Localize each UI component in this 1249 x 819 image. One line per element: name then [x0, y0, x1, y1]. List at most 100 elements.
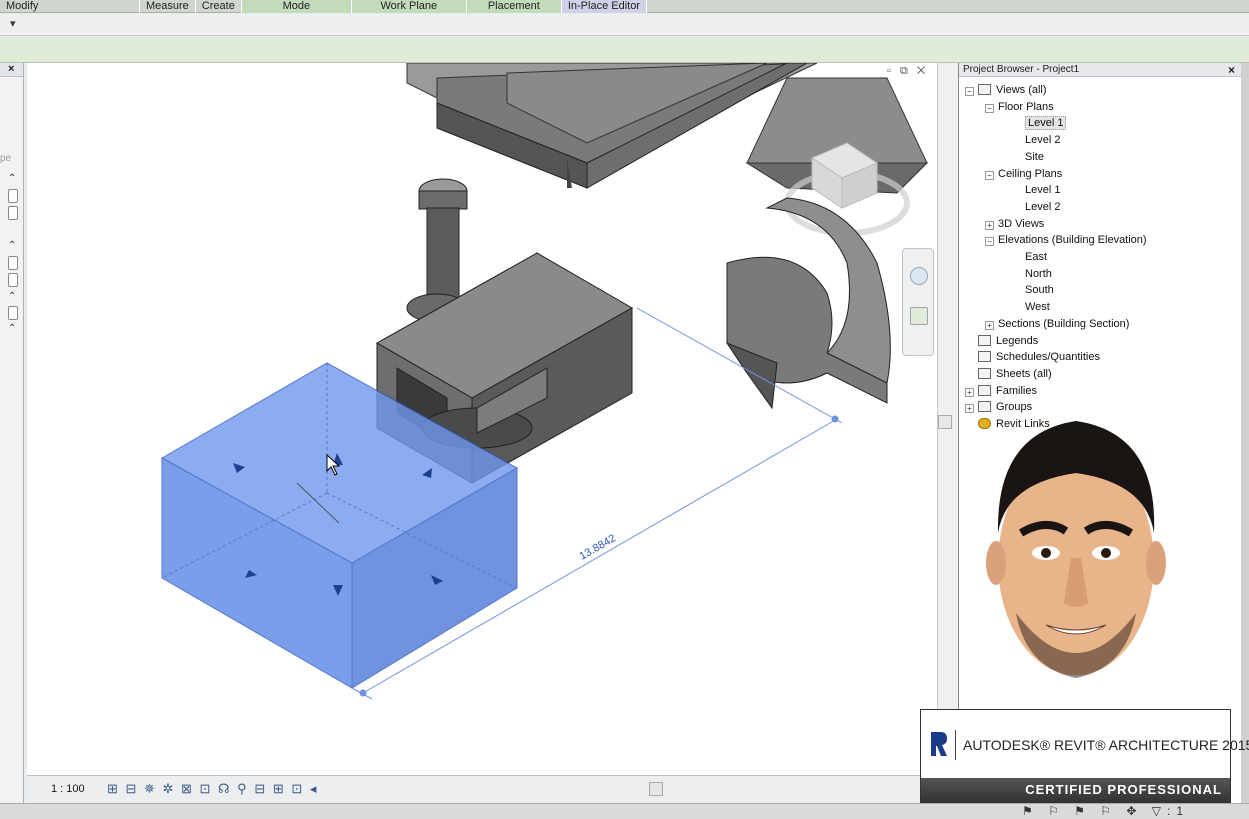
legend-icon: [978, 334, 991, 346]
model-slab[interactable]: [406, 63, 818, 189]
tree-node-level-2[interactable]: Level 2: [1025, 199, 1060, 215]
project-browser-header: Project Browser - Project1 ×: [959, 63, 1241, 77]
horizontal-scroll-thumb[interactable]: [649, 782, 663, 796]
tree-node-label: Level 1: [1025, 116, 1067, 131]
view-control-icons[interactable]: ⊞ ⊟ ✵ ✲ ⊠ ⊡ ☊ ⚲ ⊟ ⊞ ⊡ ◂: [107, 781, 318, 797]
ribbon-tab-placement[interactable]: Placement: [466, 0, 562, 13]
tree-node-sections-building-section[interactable]: + Sections (Building Section): [985, 316, 1129, 332]
properties-panel-header: ×: [0, 63, 23, 77]
collapse-icon[interactable]: ⌃: [8, 240, 16, 251]
tree-node-level-2[interactable]: Level 2: [1025, 132, 1060, 148]
options-bar: [0, 37, 1249, 63]
tree-node-label: West: [1025, 301, 1050, 314]
expand-icon[interactable]: +: [985, 320, 994, 330]
scrollbar-thumb[interactable]: [938, 415, 952, 429]
tree-node-schedules-quantities[interactable]: Schedules/Quantities: [965, 349, 1100, 365]
collapse-icon[interactable]: −: [965, 87, 974, 96]
ribbon-tab-bar: Modify Measure Create Mode Work Plane Placeme…: [0, 0, 1249, 13]
collapse-icon[interactable]: −: [985, 237, 994, 247]
tree-node-label: Ceiling Plans: [998, 167, 1063, 180]
properties-partial-label: pe: [0, 153, 12, 164]
ribbon-tab-in-place-editor[interactable]: In-Place Editor: [561, 0, 647, 13]
expand-icon[interactable]: +: [965, 404, 974, 414]
ribbon-tab-mode[interactable]: Mode: [241, 0, 352, 13]
tree-node-elevations-building-elevation[interactable]: − Elevations (Building Elevation): [985, 232, 1147, 248]
tree-node-site[interactable]: Site: [1025, 149, 1044, 165]
tree-node-label: Site: [1025, 150, 1044, 163]
close-icon[interactable]: ×: [1228, 63, 1235, 77]
property-field[interactable]: [8, 206, 18, 220]
property-field[interactable]: [8, 256, 18, 270]
project-browser-title: Project Browser - Project1: [963, 64, 1080, 75]
ribbon-tab-measure[interactable]: Measure: [140, 0, 196, 13]
chevron-down-icon[interactable]: ▾: [10, 17, 16, 30]
bottom-status-bar: ⚑ ⚐ ⚑ ⚐ ✥ ▽:1: [0, 803, 1249, 819]
tree-node-label: Legends: [996, 334, 1039, 347]
schedule-icon: [978, 351, 991, 363]
collapse-icon[interactable]: −: [985, 103, 994, 113]
views-icon: [978, 84, 991, 95]
tree-node-label: Elevations (Building Elevation): [998, 234, 1147, 247]
tree-node-west[interactable]: West: [1025, 299, 1050, 315]
tree-node-legends[interactable]: Legends: [965, 333, 1038, 349]
certification-title: AUTODESK® REVIT® ARCHITECTURE 2015: [963, 737, 1249, 753]
expand-icon[interactable]: +: [965, 387, 974, 397]
ribbon-filler: [646, 0, 1249, 12]
model-view-3d[interactable]: 13.8842: [27, 63, 937, 775]
tree-node-label: North: [1025, 267, 1052, 280]
instructor-avatar: [986, 421, 1166, 678]
selection-filter-icons[interactable]: ⚑ ⚐ ⚑ ⚐ ✥ ▽:1: [1022, 804, 1189, 818]
zoom-icon[interactable]: [910, 307, 928, 325]
group-icon: [978, 401, 991, 413]
view-scale[interactable]: 1 : 100: [51, 783, 85, 795]
tree-node-label: Level 2: [1025, 200, 1061, 213]
tree-node-north[interactable]: North: [1025, 266, 1052, 282]
badge-divider: [955, 730, 956, 760]
ribbon-tab-create[interactable]: Create: [196, 0, 242, 13]
tree-node-label: Families: [996, 384, 1037, 397]
quick-access-bar: ▾: [0, 14, 1249, 36]
tree-node-floor-plans[interactable]: − Floor Plans: [985, 99, 1054, 115]
tree-node-label: Views (all): [996, 84, 1047, 96]
family-icon: [978, 384, 991, 396]
tree-node-label: Floor Plans: [998, 100, 1054, 113]
navigation-bar: [902, 248, 934, 356]
drawing-canvas[interactable]: 13.8842: [27, 63, 937, 775]
tree-node-label: Sheets (all): [996, 367, 1052, 380]
revit-logo-icon: [931, 732, 947, 756]
collapse-icon[interactable]: ⌃: [8, 323, 16, 334]
tree-node-families[interactable]: + Families: [965, 383, 1037, 399]
tree-node-east[interactable]: East: [1025, 249, 1047, 265]
canvas-vertical-scrollbar[interactable]: [937, 63, 959, 803]
certification-badge: AUTODESK® REVIT® ARCHITECTURE 2015 CERTI…: [920, 709, 1249, 803]
steering-wheel-icon[interactable]: [910, 267, 928, 285]
ribbon-tab-work-plane[interactable]: Work Plane: [351, 0, 467, 13]
tree-node-label: Schedules/Quantities: [996, 351, 1100, 364]
tree-node-ceiling-plans[interactable]: − Ceiling Plans: [985, 166, 1062, 182]
ribbon-tab-modify[interactable]: Modify: [0, 0, 140, 13]
close-icon[interactable]: ×: [8, 63, 14, 75]
collapse-icon[interactable]: ⌃: [8, 291, 16, 302]
tree-node-label: Level 2: [1025, 134, 1061, 147]
tree-node-views-all[interactable]: − Views (all): [965, 82, 1047, 98]
property-field[interactable]: [8, 189, 18, 203]
browser-scrollbar[interactable]: [1241, 63, 1249, 803]
tree-node-level-1[interactable]: Level 1: [1025, 182, 1060, 198]
collapse-icon[interactable]: −: [985, 170, 994, 180]
tree-node-label: South: [1025, 284, 1054, 297]
tree-node-3d-views[interactable]: +3D Views: [985, 216, 1044, 232]
collapse-icon[interactable]: ⌃: [8, 173, 16, 184]
tree-node-label: 3D Views: [998, 217, 1045, 230]
dimension-value[interactable]: 13.8842: [578, 532, 618, 562]
expand-icon[interactable]: +: [985, 220, 994, 230]
tree-node-label: East: [1025, 251, 1048, 263]
view-control-bar: 1 : 100 ⊞ ⊟ ✵ ✲ ⊠ ⊡ ☊ ⚲ ⊟ ⊞ ⊡ ◂: [27, 775, 937, 803]
view-window-controls[interactable]: ▫ ⧉ ✕: [887, 65, 928, 78]
tree-node-label: Level 1: [1025, 184, 1061, 197]
property-field[interactable]: [8, 273, 18, 287]
tree-node-south[interactable]: South: [1025, 282, 1054, 298]
properties-panel: × pe ⌃ ⌃ ⌃ ⌃: [0, 63, 24, 803]
property-field[interactable]: [8, 306, 18, 320]
tree-node-level-1[interactable]: Level 1: [1025, 115, 1067, 131]
tree-node-sheets-all[interactable]: Sheets (all): [965, 366, 1052, 382]
